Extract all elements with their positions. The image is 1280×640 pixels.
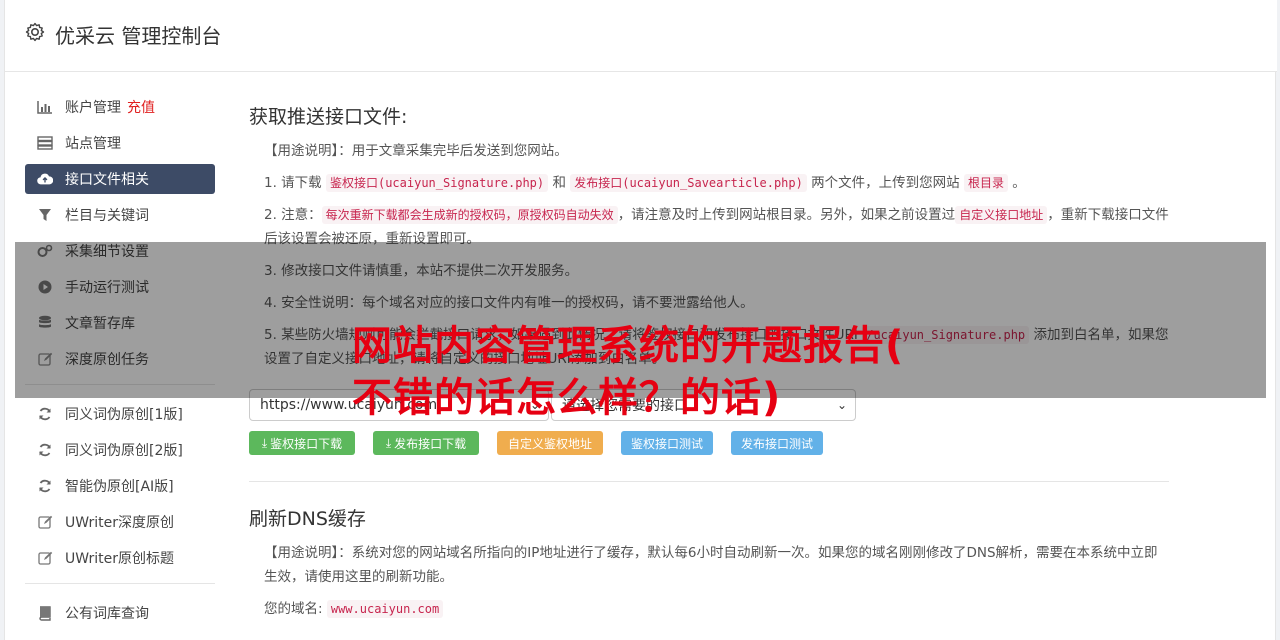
server-icon	[37, 135, 53, 151]
auth-test-button[interactable]: 鉴权接口测试	[621, 431, 713, 455]
cloud-upload-icon	[37, 171, 53, 187]
sidebar-item-columns-keywords[interactable]: 栏目与关键词	[25, 200, 215, 230]
code-auth-interface: 鉴权接口(ucaiyun_Signature.php)	[325, 174, 549, 192]
usage-label: 【用途说明】	[264, 545, 339, 561]
sidebar-item-label: 账户管理	[65, 100, 121, 116]
sidebar-item-uwriter-deep[interactable]: UWriter深度原创	[25, 507, 215, 537]
code-auth-warning: 每次重新下载都会生成新的授权码，原授权码自动失效	[321, 206, 618, 224]
button-label: 发布接口下载	[394, 436, 467, 451]
instruction-1: 1. 请下载 鉴权接口(ucaiyun_Signature.php) 和 发布接…	[249, 171, 1169, 195]
sidebar-item-ai-pseudo-original[interactable]: 智能伪原创[AI版]	[25, 471, 215, 501]
button-row: ⤓ 鉴权接口下载 ⤓ 发布接口下载 自定义鉴权地址 鉴权接口测试 发布接口测试	[249, 431, 1169, 455]
filter-icon	[37, 207, 53, 223]
edit-icon	[37, 550, 53, 566]
section-divider	[249, 481, 1169, 482]
top-bar: 优采云 管理控制台	[5, 0, 1277, 72]
edit-icon	[37, 514, 53, 530]
usage-text: ：系统对您的网站域名所指向的IP地址进行了缓存，默认每6小时自动刷新一次。如果您…	[264, 545, 1158, 585]
recharge-link[interactable]: 充值	[127, 97, 155, 117]
gear-icon	[25, 22, 45, 42]
sidebar-item-label: 同义词伪原创[2版]	[65, 443, 183, 459]
refresh-icon	[37, 442, 53, 458]
dns-usage-note: 【用途说明】：系统对您的网站域名所指向的IP地址进行了缓存，默认每6小时自动刷新…	[249, 541, 1169, 589]
sidebar-divider	[25, 583, 215, 584]
text: 2. 注意：	[264, 207, 322, 223]
section-title-dns: 刷新DNS缓存	[249, 508, 366, 530]
sidebar-item-label: 同义词伪原创[1版]	[65, 407, 183, 423]
usage-text: ：用于文章采集完毕后发送到您网站。	[338, 143, 568, 159]
button-label: 鉴权接口下载	[270, 436, 343, 451]
sidebar-item-interface-files[interactable]: 接口文件相关	[25, 164, 215, 194]
code-publish-interface: 发布接口(ucaiyun_Savearticle.php)	[570, 174, 807, 192]
sidebar-item-sites[interactable]: 站点管理	[25, 128, 215, 158]
text: 。	[1012, 175, 1026, 191]
download-icon: ⤓	[385, 435, 392, 450]
watermark-line-1: 网站内容管理系统的开题报告(	[352, 323, 905, 369]
domain-label: 您的域名:	[264, 601, 323, 617]
text: 和	[552, 175, 566, 191]
sidebar-item-label: UWriter深度原创	[65, 515, 174, 531]
sidebar-item-label: 公有词库查询	[65, 606, 149, 622]
usage-label: 【用途说明】	[264, 143, 339, 159]
sidebar-item-label: 站点管理	[65, 136, 121, 152]
app-title: 优采云 管理控制台	[55, 24, 222, 48]
text: ，请注意及时上传到网站根目录。另外，如果之前设置过	[617, 207, 956, 223]
code-custom-interface: 自定义接口地址	[955, 206, 1048, 224]
sidebar-item-label: 接口文件相关	[65, 172, 149, 188]
book-icon	[37, 605, 53, 621]
publish-test-button[interactable]: 发布接口测试	[731, 431, 823, 455]
section-title-interface-files: 获取推送接口文件:	[249, 106, 408, 128]
sidebar-item-synonym-v2[interactable]: 同义词伪原创[2版]	[25, 435, 215, 465]
sidebar-item-synonym-v1[interactable]: 同义词伪原创[1版]	[25, 399, 215, 429]
custom-auth-button[interactable]: 自定义鉴权地址	[497, 431, 603, 455]
auth-download-button[interactable]: ⤓ 鉴权接口下载	[249, 431, 355, 455]
text: 1. 请下载	[264, 175, 322, 191]
usage-note: 【用途说明】：用于文章采集完毕后发送到您网站。	[249, 139, 1169, 163]
watermark-text: 网站内容管理系统的开题报告( 不错的话怎么样？的话)	[352, 320, 972, 424]
refresh-icon	[37, 478, 53, 494]
sidebar-item-label: 栏目与关键词	[65, 208, 149, 224]
code-root-dir: 根目录	[963, 174, 1008, 192]
domain-value: www.ucaiyun.com	[326, 600, 444, 618]
download-icon: ⤓	[261, 435, 268, 450]
sidebar-item-public-lexicon[interactable]: 公有词库查询	[25, 598, 215, 628]
sidebar-item-uwriter-title[interactable]: UWriter原创标题	[25, 543, 215, 573]
publish-download-button[interactable]: ⤓ 发布接口下载	[373, 431, 479, 455]
bar-chart-icon	[37, 99, 53, 115]
text: 两个文件，上传到您网站	[811, 175, 960, 191]
sidebar-item-label: UWriter原创标题	[65, 551, 174, 567]
sidebar-item-label: 智能伪原创[AI版]	[65, 479, 174, 495]
refresh-icon	[37, 406, 53, 422]
sidebar-item-account[interactable]: 账户管理 充值	[25, 92, 215, 122]
domain-line: 您的域名: www.ucaiyun.com	[249, 597, 1169, 621]
watermark-line-2: 不错的话怎么样？的话)	[352, 375, 782, 421]
